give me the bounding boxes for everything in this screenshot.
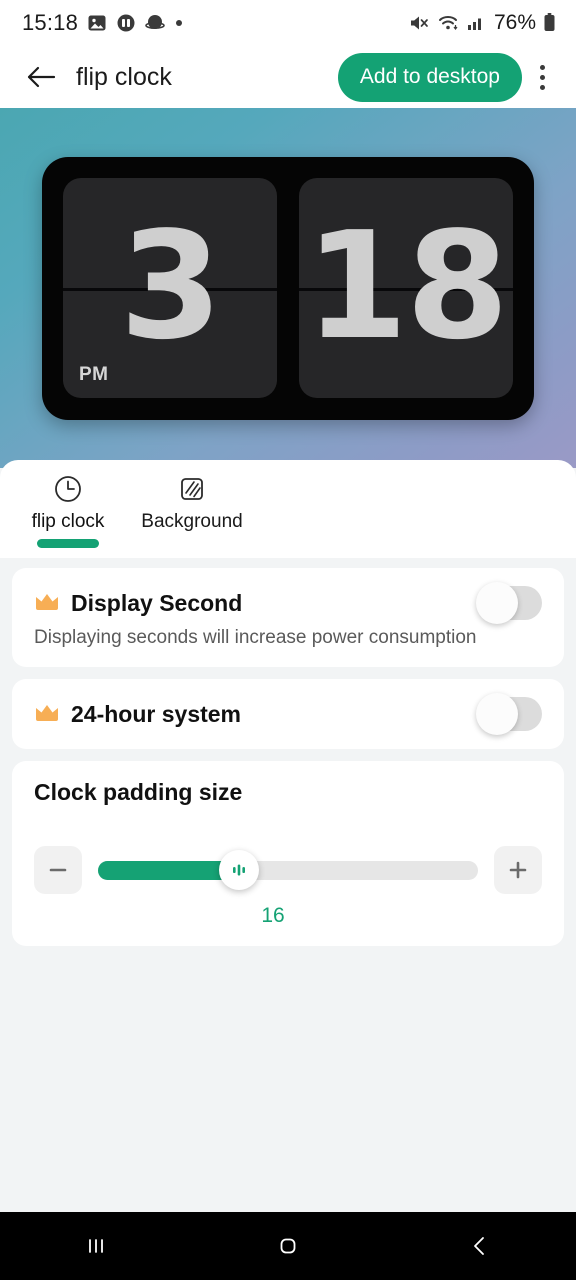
padding-slider[interactable] bbox=[98, 846, 478, 894]
mute-icon bbox=[410, 16, 428, 30]
minute-digits: 18 bbox=[305, 200, 509, 372]
more-vertical-icon[interactable] bbox=[522, 54, 562, 100]
padding-increase-button[interactable] bbox=[494, 846, 542, 894]
padding-slider-row bbox=[34, 846, 542, 894]
toggle-display-second[interactable] bbox=[476, 582, 542, 624]
tab-background[interactable]: Background bbox=[130, 460, 254, 558]
signal-icon bbox=[467, 18, 481, 30]
status-bar: 15:18 76% bbox=[0, 0, 576, 46]
status-bar-right: 76% bbox=[409, 11, 556, 35]
back-button-nav[interactable] bbox=[420, 1212, 540, 1280]
battery-icon bbox=[544, 13, 555, 31]
home-button[interactable] bbox=[228, 1212, 348, 1280]
back-chevron-icon bbox=[474, 1237, 484, 1255]
battery-percent: 76% bbox=[493, 11, 536, 34]
crown-icon bbox=[34, 590, 60, 617]
tab-bar: flip clock Background bbox=[0, 460, 576, 558]
recents-icon bbox=[89, 1239, 103, 1253]
minus-icon bbox=[49, 868, 67, 872]
system-navigation-bar bbox=[0, 1212, 576, 1280]
tab-active-indicator bbox=[37, 539, 99, 548]
home-icon bbox=[280, 1238, 296, 1254]
flip-card-hour: 3 PM bbox=[63, 178, 277, 398]
tab-label-background: Background bbox=[141, 511, 243, 532]
image-icon bbox=[88, 15, 106, 31]
tab-label-flip-clock: flip clock bbox=[31, 511, 105, 532]
crown-icon bbox=[34, 701, 60, 728]
add-to-desktop-button[interactable]: Add to desktop bbox=[337, 52, 522, 102]
setting-title: Display Second bbox=[71, 589, 243, 616]
setting-display-second[interactable]: Display Second Displaying seconds will i… bbox=[12, 568, 564, 667]
dot-icon bbox=[176, 20, 183, 26]
slider-thumb[interactable] bbox=[218, 850, 259, 890]
setting-row: 24-hour system bbox=[34, 693, 542, 735]
meridiem-label: PM bbox=[79, 364, 109, 385]
recents-button[interactable] bbox=[36, 1212, 156, 1280]
toggle-knob bbox=[476, 693, 518, 735]
pattern-square-icon bbox=[177, 472, 207, 506]
toggle-24-hour-system[interactable] bbox=[476, 693, 542, 735]
setting-title: 24-hour system bbox=[71, 700, 242, 727]
setting-clock-padding-size: Clock padding size 16 bbox=[12, 761, 564, 946]
clock-icon bbox=[53, 472, 83, 506]
setting-24-hour-system[interactable]: 24-hour system bbox=[12, 679, 564, 749]
app-bar: flip clock Add to desktop bbox=[0, 46, 576, 108]
back-button[interactable] bbox=[20, 56, 62, 98]
toggle-knob bbox=[476, 582, 518, 624]
slider-track bbox=[98, 860, 478, 880]
setting-subtitle: Displaying seconds will increase power c… bbox=[34, 627, 477, 648]
page-title: flip clock bbox=[76, 62, 172, 91]
hour-digits: 3 bbox=[119, 200, 223, 372]
status-bar-left: 15:18 bbox=[22, 10, 183, 36]
phone-screen: 15:18 76% flip clock Add to desktop 3 PM… bbox=[0, 0, 576, 1280]
flip-card-minute: 18 bbox=[299, 178, 513, 398]
padding-decrease-button[interactable] bbox=[34, 846, 82, 894]
plus-icon bbox=[509, 861, 527, 879]
padding-value: 16 bbox=[261, 904, 285, 927]
padding-title: Clock padding size bbox=[34, 779, 243, 805]
status-time: 15:18 bbox=[22, 10, 79, 35]
setting-row: Display Second bbox=[34, 582, 542, 624]
arrow-left-icon bbox=[27, 66, 56, 88]
clock-preview: 3 PM 18 bbox=[0, 108, 576, 468]
app-badge-icon bbox=[117, 14, 135, 32]
flip-clock-widget[interactable]: 3 PM 18 bbox=[42, 156, 534, 420]
tab-flip-clock[interactable]: flip clock bbox=[6, 460, 130, 558]
settings-list: Display Second Displaying seconds will i… bbox=[0, 558, 576, 946]
planet-icon bbox=[145, 15, 165, 29]
slider-fill bbox=[98, 860, 239, 880]
slider-bars-icon bbox=[232, 864, 245, 876]
wifi-icon bbox=[438, 16, 458, 30]
